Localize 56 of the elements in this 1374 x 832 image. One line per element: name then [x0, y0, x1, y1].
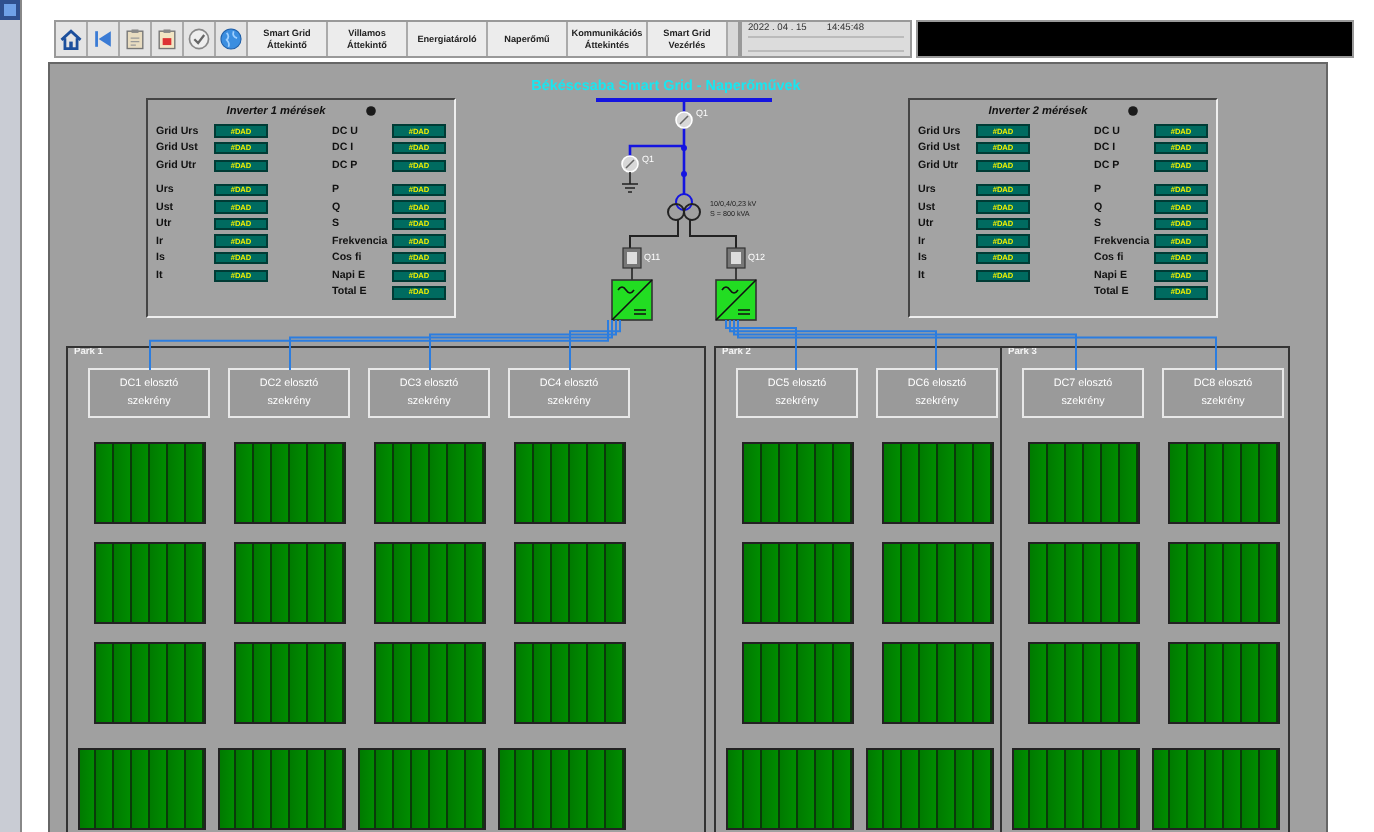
solar-module-rack-drawing — [1167, 642, 1279, 724]
status-light-icon — [365, 106, 376, 116]
solar-module-rack-drawing — [233, 442, 345, 524]
solar-module-rack-drawing — [233, 642, 345, 724]
solar-module-rack-drawing — [357, 748, 485, 830]
solar-module-rack-drawing — [741, 442, 853, 524]
app-icon[interactable] — [0, 0, 20, 20]
toolbar-button[interactable] — [88, 22, 120, 56]
solar-module-rack-drawing — [1027, 442, 1139, 524]
solar-module-rack-drawing — [93, 442, 205, 524]
solar-module-rack-drawing — [373, 542, 485, 624]
solar-module-rack-drawing — [741, 542, 853, 624]
toolbar-button[interactable] — [152, 22, 184, 56]
toolbar-button[interactable] — [56, 22, 88, 56]
feeder-line — [629, 219, 737, 249]
solar-module-rack-drawing — [881, 542, 993, 624]
solar-module-rack-drawing — [373, 442, 485, 524]
toolbar-button[interactable] — [184, 22, 216, 56]
clipboard-icon — [122, 26, 148, 52]
ground-icon — [621, 171, 639, 193]
inverter-icon[interactable] — [715, 279, 757, 321]
back-arrow-icon — [90, 26, 116, 52]
solar-module-rack-drawing — [373, 642, 485, 724]
transformer-icon — [667, 193, 701, 221]
home-icon — [58, 26, 84, 52]
toolbar-button[interactable] — [120, 22, 152, 56]
checkmark-icon — [186, 26, 212, 52]
solar-module-rack-drawing — [1167, 542, 1279, 624]
solar-module-rack-drawing — [513, 442, 625, 524]
solar-module-rack-drawing — [1151, 748, 1279, 830]
breaker-icon[interactable] — [726, 247, 746, 269]
solar-module-rack-drawing — [881, 442, 993, 524]
solar-module-rack-drawing — [881, 642, 993, 724]
solar-module-rack-drawing — [1167, 442, 1279, 524]
solar-module-rack-drawing — [93, 642, 205, 724]
solar-module-rack-drawing — [233, 542, 345, 624]
solar-module-rack-drawing — [93, 542, 205, 624]
solar-module-rack-drawing — [741, 642, 853, 724]
solar-module-rack-drawing — [513, 642, 625, 724]
globe-icon — [218, 26, 244, 52]
solar-module-rack-drawing — [1027, 642, 1139, 724]
solar-module-rack-drawing — [217, 748, 345, 830]
solar-module-rack-drawing — [725, 748, 853, 830]
inverter-icon[interactable] — [611, 279, 653, 321]
solar-module-rack-drawing — [497, 748, 625, 830]
solar-module-rack-drawing — [513, 542, 625, 624]
status-light-icon — [1127, 106, 1138, 116]
toolbar-button[interactable] — [216, 22, 248, 56]
solar-module-rack-drawing — [77, 748, 205, 830]
solar-module-rack-drawing — [1011, 748, 1139, 830]
clipboard-icon — [154, 26, 180, 52]
solar-module-rack-drawing — [1027, 542, 1139, 624]
feeder-line — [628, 100, 686, 196]
solar-module-rack-drawing — [865, 748, 993, 830]
breaker-icon[interactable] — [622, 247, 642, 269]
switch-icon — [681, 145, 687, 177]
